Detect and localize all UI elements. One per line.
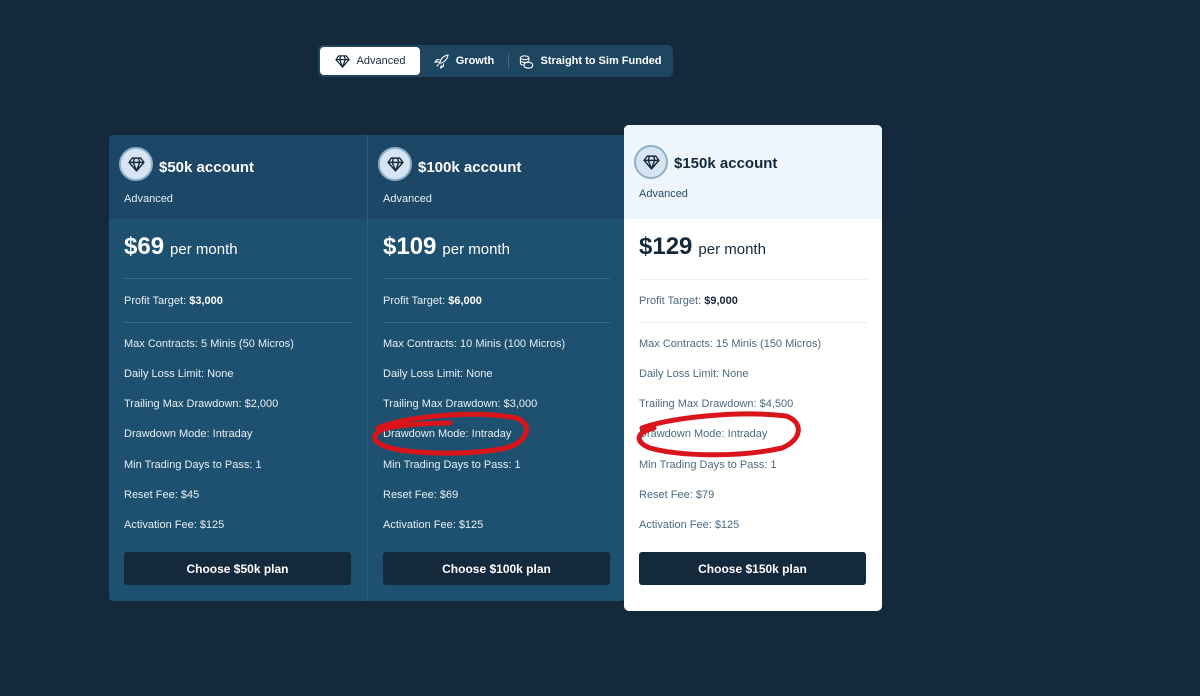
max-contracts: Max Contracts: 10 Minis (100 Micros) [383,338,566,350]
plan-card-header: $100k account Advanced [368,135,625,219]
divider [383,278,610,279]
choose-50k-plan-button[interactable]: Choose $50k plan [124,552,351,585]
trailing-max-drawdown: Trailing Max Drawdown: $3,000 [383,398,538,410]
tab-straight-to-sim-funded-label: Straight to Sim Funded [540,55,662,67]
profit-target: Profit Target: $3,000 [124,295,223,307]
choose-150k-plan-button[interactable]: Choose $150k plan [639,552,866,585]
tab-straight-to-sim-funded[interactable]: Straight to Sim Funded [509,47,671,75]
drawdown-mode: Drawdown Mode: Intraday [383,428,512,440]
reset-fee: Reset Fee: $45 [124,489,200,501]
plan-card-50k: $50k account Advanced $69 per month Profi… [109,135,367,601]
trailing-max-drawdown: Trailing Max Drawdown: $2,000 [124,398,279,410]
profit-target: Profit Target: $9,000 [639,295,738,307]
activation-fee: Activation Fee: $125 [124,519,225,531]
trailing-max-drawdown: Trailing Max Drawdown: $4,500 [639,398,794,410]
max-contracts: Max Contracts: 15 Minis (150 Micros) [639,338,822,350]
divider [124,322,352,323]
diamond-icon [642,154,660,170]
plan-subtitle: Advanced [383,193,432,205]
tab-growth[interactable]: Growth [420,47,508,75]
tab-advanced-label: Advanced [356,55,406,67]
diamond-icon [127,156,145,172]
profit-target-value: $6,000 [448,295,482,307]
plan-price: $129 per month [639,233,766,261]
profit-target-value: $3,000 [189,295,223,307]
min-trading-days: Min Trading Days to Pass: 1 [383,459,521,471]
tab-advanced[interactable]: Advanced [320,47,420,75]
tab-growth-label: Growth [455,55,495,67]
plan-price: $69 per month [124,233,238,261]
plan-title: $150k account [674,155,778,172]
drawdown-mode: Drawdown Mode: Intraday [639,428,768,440]
profit-target-label: Profit Target: [383,295,449,307]
divider [639,322,867,323]
activation-fee: Activation Fee: $125 [383,519,484,531]
drawdown-mode: Drawdown Mode: Intraday [124,428,253,440]
price-amount: $129 [639,233,693,260]
plan-title: $100k account [418,159,522,176]
diamond-badge [634,145,668,179]
diamond-icon [386,156,404,172]
divider [639,279,867,280]
min-trading-days: Min Trading Days to Pass: 1 [124,459,262,471]
profit-target-label: Profit Target: [639,295,705,307]
plan-card-header: $50k account Advanced [109,135,367,219]
divider [124,278,352,279]
daily-loss-limit: Daily Loss Limit: None [639,368,749,380]
plan-card-150k: $150k account Advanced $129 per month Pro… [624,125,882,611]
plan-cards-group: $50k account Advanced $69 per month Profi… [109,135,625,601]
plan-price: $109 per month [383,233,510,261]
price-period: per month [698,241,766,258]
plan-type-tabs: Advanced Growth Straight to Sim Funded [318,45,673,77]
daily-loss-limit: Daily Loss Limit: None [124,368,234,380]
profit-target: Profit Target: $6,000 [383,295,482,307]
profit-target-value: $9,000 [704,295,738,307]
plan-subtitle: Advanced [124,193,173,205]
price-period: per month [170,241,238,258]
price-amount: $109 [383,233,437,260]
activation-fee: Activation Fee: $125 [639,519,740,531]
diamond-badge [119,147,153,181]
diamond-badge [378,147,412,181]
diamond-icon [334,54,350,68]
plan-card-header: $150k account Advanced [624,125,882,219]
choose-100k-plan-button[interactable]: Choose $100k plan [383,552,610,585]
divider [383,322,610,323]
plan-card-100k: $100k account Advanced $109 per month Pro… [367,135,625,601]
max-contracts: Max Contracts: 5 Minis (50 Micros) [124,338,294,350]
plan-title: $50k account [159,159,255,176]
profit-target-label: Profit Target: [124,295,190,307]
rocket-icon [434,53,449,69]
coins-icon [519,54,533,69]
price-amount: $69 [124,233,165,260]
price-period: per month [442,241,510,258]
reset-fee: Reset Fee: $79 [639,489,715,501]
reset-fee: Reset Fee: $69 [383,489,459,501]
plan-subtitle: Advanced [639,188,688,200]
min-trading-days: Min Trading Days to Pass: 1 [639,459,777,471]
daily-loss-limit: Daily Loss Limit: None [383,368,493,380]
